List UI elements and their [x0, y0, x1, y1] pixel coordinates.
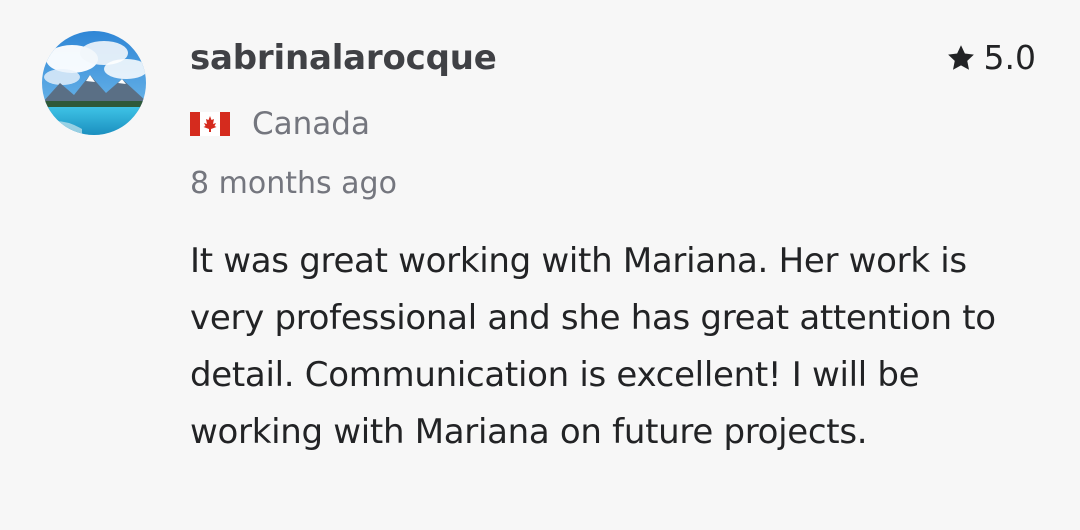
rating-value: 5.0	[983, 38, 1036, 77]
canada-flag-icon	[190, 112, 230, 136]
reviewer-country: Canada	[190, 102, 370, 146]
reviewer-username[interactable]: sabrinalarocque	[190, 34, 497, 82]
review-timestamp: 8 months ago	[190, 166, 397, 201]
review-text: It was great working with Mariana. Her w…	[190, 241, 996, 452]
review-card: sabrinalarocque 5.0 Canada 8 months ago …	[0, 0, 1080, 530]
rating: 5.0	[946, 36, 1036, 80]
country-name: Canada	[252, 106, 370, 142]
avatar[interactable]	[42, 31, 146, 135]
avatar-image	[42, 31, 146, 135]
star-icon	[946, 43, 976, 73]
